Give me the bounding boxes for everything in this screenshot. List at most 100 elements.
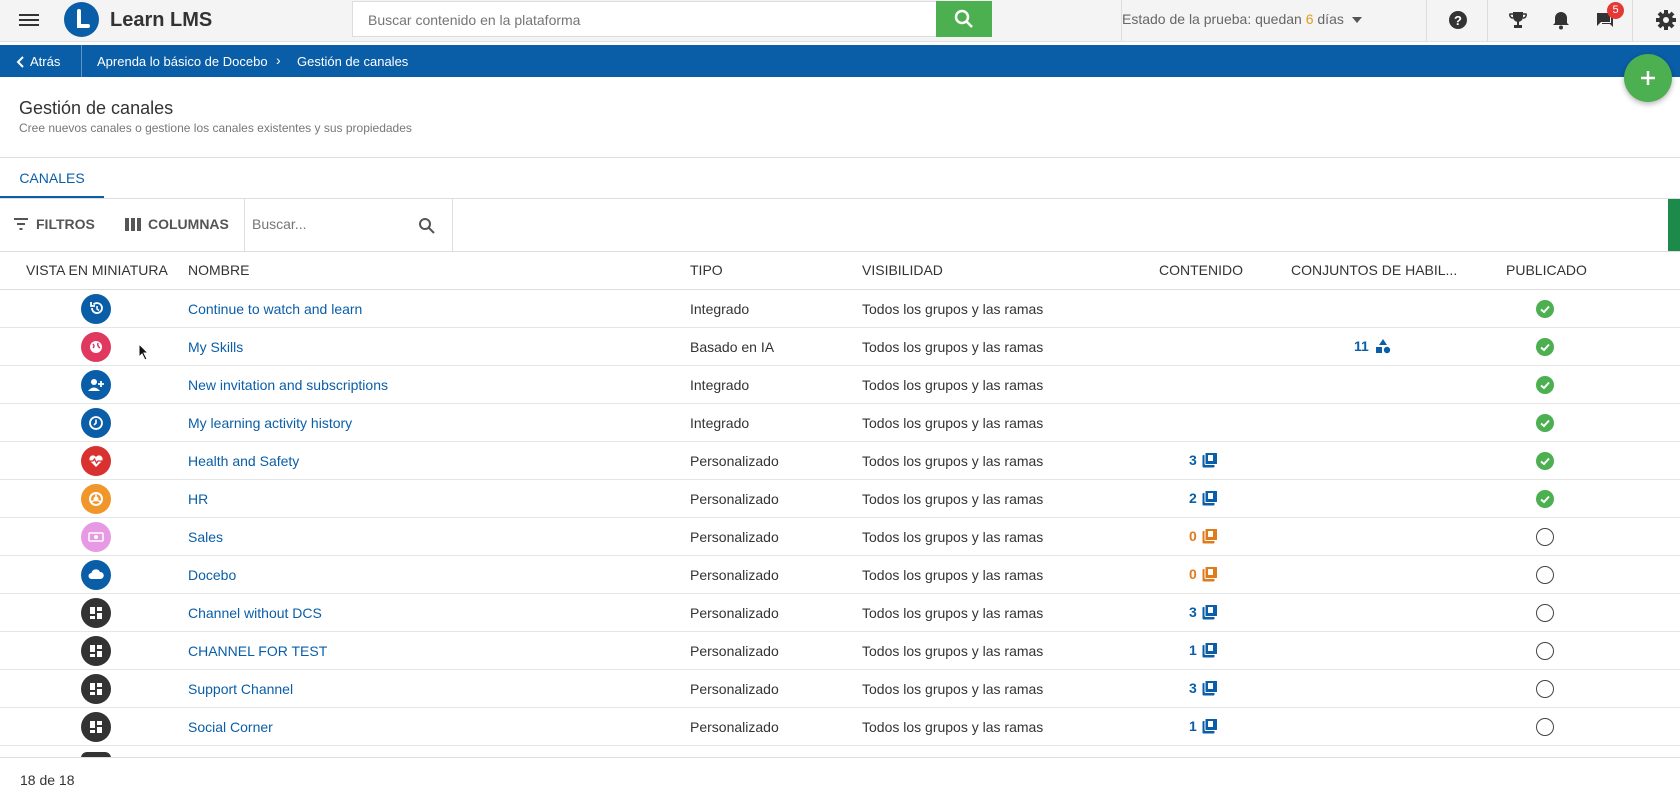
library-icon: [1202, 566, 1218, 582]
bell-icon[interactable]: [1549, 8, 1573, 32]
learn-lms-logo[interactable]: [64, 2, 99, 37]
table-row[interactable]: Channel without DCS Personalizado Todos lo…: [0, 594, 1680, 632]
channel-name-link[interactable]: New invitation and subscriptions: [188, 377, 388, 393]
unpublished-circle-icon[interactable]: [1536, 528, 1554, 546]
channel-visibility: Todos los grupos y las ramas: [862, 605, 1044, 621]
content-count-link[interactable]: 3: [1189, 452, 1218, 468]
column-header-skills[interactable]: CONJUNTOS DE HABIL...: [1291, 262, 1457, 278]
content-count-link[interactable]: 3: [1189, 680, 1218, 696]
column-header-name[interactable]: NOMBRE: [188, 262, 249, 278]
clock-icon: [89, 416, 103, 430]
content-count: 3: [1189, 604, 1197, 620]
global-search-button[interactable]: [936, 1, 992, 37]
table-row[interactable]: HR Personalizado Todos los grupos y las ra…: [0, 480, 1680, 518]
divider: [1121, 0, 1122, 42]
search-icon[interactable]: [418, 217, 435, 234]
skill-sets-link[interactable]: 11: [1354, 338, 1391, 354]
table-row[interactable]: CHANNEL FOR TEST Personalizado Todos los g…: [0, 632, 1680, 670]
chevron-left-icon: [16, 55, 24, 68]
divider: [81, 45, 82, 77]
messages-icon[interactable]: 5: [1593, 2, 1624, 32]
page-subtitle: Cree nuevos canales o gestione los canal…: [19, 121, 412, 135]
side-panel-toggle[interactable]: [1668, 199, 1680, 251]
channel-name-link[interactable]: Support Channel: [188, 681, 293, 697]
help-icon[interactable]: ?: [1446, 8, 1470, 32]
global-search-field[interactable]: [352, 1, 937, 37]
divider: [0, 757, 1680, 758]
published-check-icon[interactable]: [1536, 376, 1554, 394]
divider: [1632, 0, 1633, 42]
unpublished-circle-icon[interactable]: [1536, 642, 1554, 660]
dashboard-icon: [90, 683, 102, 695]
trial-days: 6: [1305, 11, 1314, 27]
global-search-input[interactable]: [368, 12, 921, 28]
channel-name-link[interactable]: HR: [188, 491, 208, 507]
table-row[interactable]: My Skills Basado en IA Todos los grupos y …: [0, 328, 1680, 366]
unpublished-circle-icon[interactable]: [1536, 604, 1554, 622]
channel-visibility: Todos los grupos y las ramas: [862, 415, 1044, 431]
column-header-content[interactable]: CONTENIDO: [1159, 262, 1243, 278]
divider: [1426, 0, 1427, 42]
back-button[interactable]: Atrás: [16, 54, 60, 69]
result-count: 18 de 18: [20, 772, 75, 788]
channel-name-link[interactable]: Docebo: [188, 567, 236, 583]
breadcrumb-parent-link[interactable]: Aprenda lo básico de Docebo: [97, 54, 268, 69]
channel-name-link[interactable]: Continue to watch and learn: [188, 301, 362, 317]
content-count-link[interactable]: 0: [1189, 566, 1218, 582]
column-header-published[interactable]: PUBLICADO: [1506, 262, 1587, 278]
table-row[interactable]: Health and Safety Personalizado Todos los …: [0, 442, 1680, 480]
content-count-link[interactable]: 0: [1189, 528, 1218, 544]
plus-icon: [1641, 71, 1655, 85]
unpublished-circle-icon[interactable]: [1536, 566, 1554, 584]
content-count: 2: [1189, 490, 1197, 506]
channel-type: Personalizado: [690, 605, 779, 621]
column-header-visibility[interactable]: VISIBILIDAD: [862, 262, 943, 278]
menu-icon[interactable]: [19, 11, 39, 29]
dashboard-icon: [90, 721, 102, 733]
table-row[interactable]: Docebo Personalizado Todos los grupos y la…: [0, 556, 1680, 594]
channel-thumbnail: [81, 712, 111, 742]
channel-name-link[interactable]: Channel without DCS: [188, 605, 322, 621]
unpublished-circle-icon[interactable]: [1536, 680, 1554, 698]
published-check-icon[interactable]: [1536, 452, 1554, 470]
table-row[interactable]: Continue to watch and learn Integrado Todo…: [0, 290, 1680, 328]
content-count-link[interactable]: 1: [1189, 718, 1218, 734]
column-header-type[interactable]: TIPO: [690, 262, 723, 278]
tab-canales[interactable]: CANALES: [0, 158, 104, 198]
chrome-icon: [89, 492, 103, 506]
published-check-icon[interactable]: [1536, 490, 1554, 508]
published-check-icon[interactable]: [1536, 414, 1554, 432]
unpublished-circle-icon[interactable]: [1536, 718, 1554, 736]
channel-name-link[interactable]: CHANNEL FOR TEST: [188, 643, 327, 659]
channel-type: Basado en IA: [690, 339, 775, 355]
channel-name-link[interactable]: My Skills: [188, 339, 243, 355]
content-count-link[interactable]: 2: [1189, 490, 1218, 506]
trophy-icon[interactable]: [1506, 8, 1530, 32]
table-row[interactable]: Social Corner Personalizado Todos los grup…: [0, 708, 1680, 746]
filters-button[interactable]: FILTROS: [13, 216, 95, 232]
published-check-icon[interactable]: [1536, 338, 1554, 356]
published-check-icon[interactable]: [1536, 300, 1554, 318]
table-search-input[interactable]: [252, 216, 402, 232]
brand-name: Learn LMS: [110, 9, 213, 31]
channel-name-link[interactable]: Social Corner: [188, 719, 273, 735]
table-row[interactable]: My learning activity history Integrado Tod…: [0, 404, 1680, 442]
content-count-link[interactable]: 1: [1189, 642, 1218, 658]
back-label: Atrás: [30, 54, 61, 69]
table-row[interactable]: Support Channel Personalizado Todos los gr…: [0, 670, 1680, 708]
add-channel-button[interactable]: [1624, 54, 1672, 102]
channel-name-link[interactable]: Health and Safety: [188, 453, 299, 469]
column-header-thumbnail[interactable]: VISTA EN MINIATURA: [26, 262, 168, 278]
table-row[interactable]: New invitation and subscriptions Integrad…: [0, 366, 1680, 404]
library-icon: [1202, 490, 1218, 506]
trial-status-dropdown[interactable]: Estado de la prueba: quedan 6 días: [1122, 11, 1362, 27]
divider: [0, 251, 1680, 252]
content-count-link[interactable]: 3: [1189, 604, 1218, 620]
channel-type: Personalizado: [690, 491, 779, 507]
user-add-icon: [88, 379, 104, 391]
columns-button[interactable]: COLUMNAS: [125, 216, 229, 232]
channel-name-link[interactable]: My learning activity history: [188, 415, 352, 431]
gear-icon[interactable]: [1654, 8, 1678, 32]
table-row[interactable]: Sales Personalizado Todos los grupos y las…: [0, 518, 1680, 556]
channel-name-link[interactable]: Sales: [188, 529, 223, 545]
